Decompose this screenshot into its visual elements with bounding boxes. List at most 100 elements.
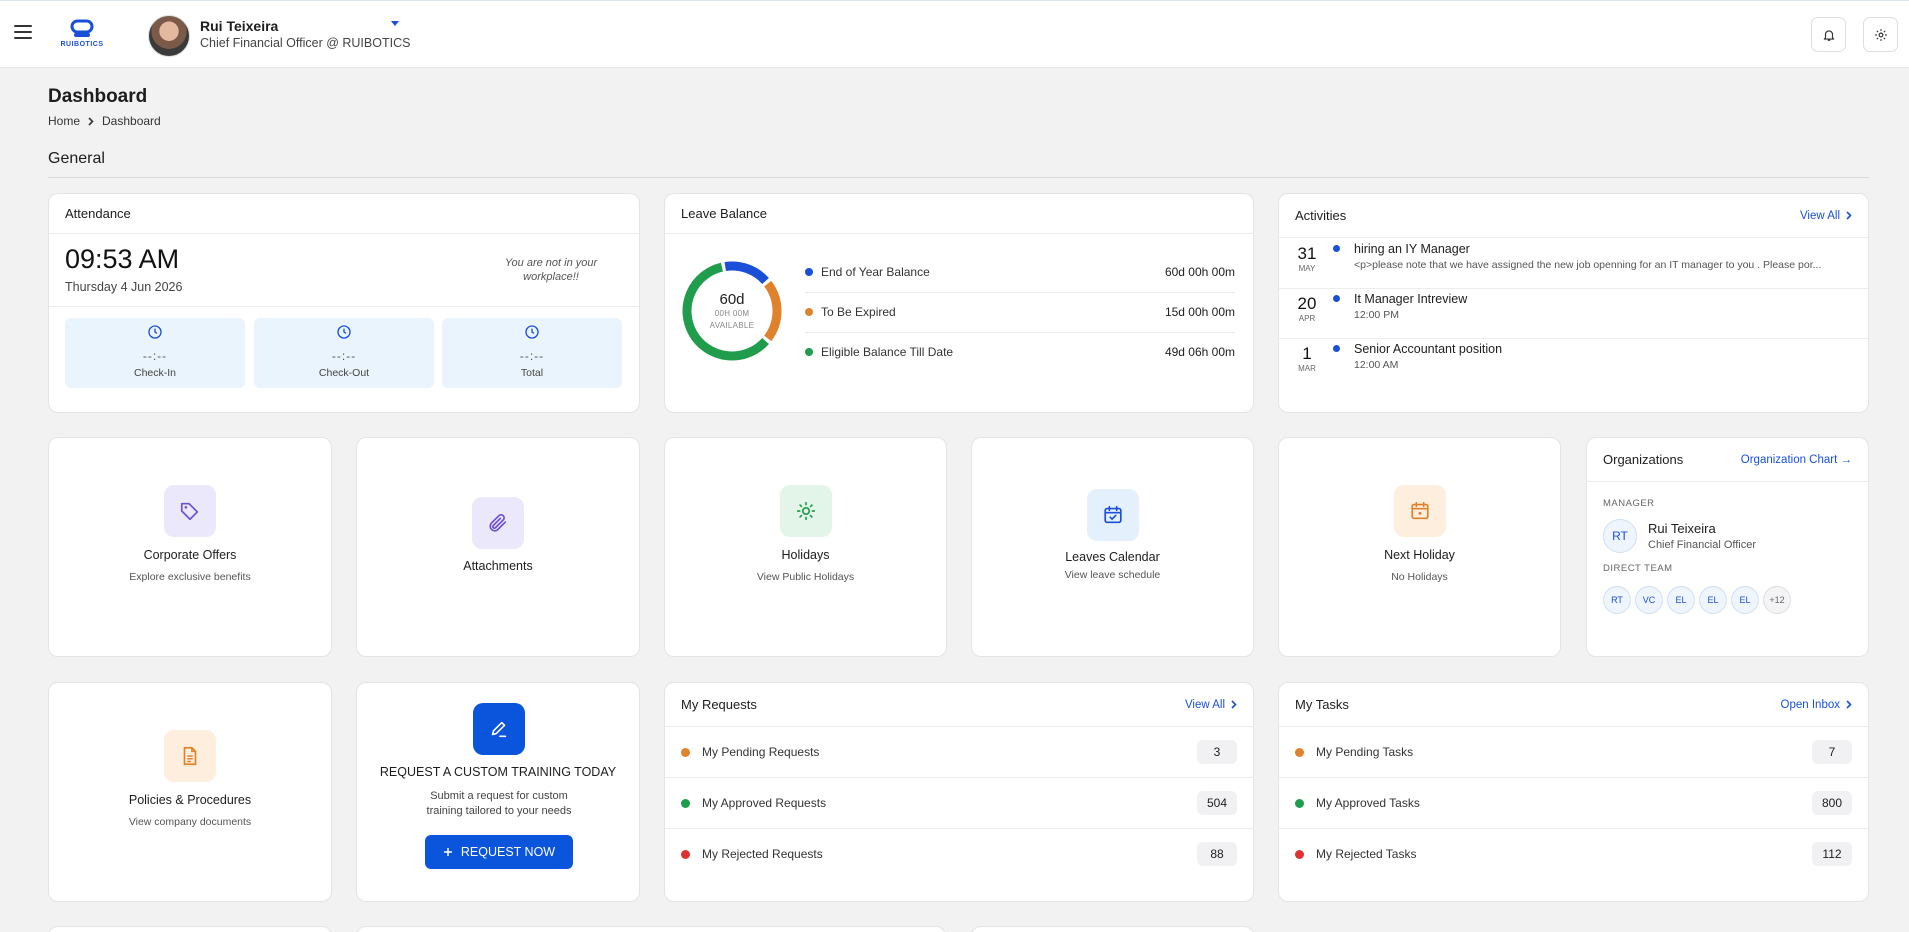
tile-subtitle: View company documents [128,816,252,828]
task-row-rejected[interactable]: My Rejected Tasks 112 [1279,829,1868,879]
leaves-calendar-tile[interactable]: Leaves Calendar View leave schedule [971,437,1254,657]
top-bar: RUIBOTICS Rui Teixeira Chief Financial O… [0,0,1909,68]
user-avatar[interactable] [148,15,190,57]
team-avatar[interactable]: EL [1699,586,1727,614]
tile-subtitle: No Holidays [1391,571,1448,583]
breadcrumb-home[interactable]: Home [48,114,80,128]
current-date: Thursday 4 Jun 2026 [65,280,183,294]
team-more-count[interactable]: +12 [1763,586,1791,614]
policies-tile[interactable]: Policies & Procedures View company docum… [48,682,332,902]
my-tasks-card: My Tasks Open Inbox My Pending Tasks 7 M… [1278,682,1869,902]
chevron-right-icon [1231,700,1237,709]
request-label: My Rejected Requests [702,847,823,861]
count-badge: 88 [1197,842,1237,866]
attachments-tile[interactable]: Attachments [356,437,640,657]
view-all-label: View All [1184,698,1225,711]
red-dot [1295,849,1304,859]
total-label: Total [520,367,544,379]
leave-row-value: 49d 06h 00m [1164,345,1235,359]
available-label: AVAILABLE [709,321,755,330]
pencil-icon-box [473,703,525,755]
next-row-card [48,926,332,932]
sun-icon [796,501,815,521]
leave-row-eligible: Eligible Balance Till Date 49d 06h 00m [805,332,1235,372]
calendar-icon-box [1086,489,1139,541]
requests-view-all-link[interactable]: View All [1185,699,1237,711]
activities-view-all-link[interactable]: View All [1800,210,1852,222]
team-avatar[interactable]: EL [1731,586,1759,614]
check-in-label: Check-In [133,367,176,379]
page-title: Dashboard [48,86,148,107]
activity-title: It Manager Intreview [1354,292,1468,306]
pencil-icon [491,721,507,738]
current-time: 09:53 AM [65,244,180,274]
manager-name[interactable]: Rui Teixeira [1648,521,1716,536]
activity-item[interactable]: 1 MAR Senior Accountant position 12:00 A… [1279,338,1868,388]
manager-role: Chief Financial Officer [1648,539,1757,551]
gear-icon [1874,28,1887,41]
tile-subtitle: Explore exclusive benefits [129,571,251,583]
request-row-approved[interactable]: My Approved Requests 504 [665,778,1253,828]
open-inbox-link[interactable]: Open Inbox [1781,699,1852,711]
holidays-tile[interactable]: Holidays View Public Holidays [664,437,947,657]
orange-dot [1295,747,1304,757]
activity-item[interactable]: 31 MAY hiring an IY Manager <p>please no… [1279,238,1868,288]
check-in-box[interactable]: --:-- Check-In [65,318,245,388]
request-row-pending[interactable]: My Pending Requests 3 [665,727,1253,777]
document-icon [183,746,197,766]
document-icon-box [164,730,216,782]
user-name[interactable]: Rui Teixeira [200,18,278,34]
green-dot [681,798,690,808]
attendance-card: Attendance 09:53 AM Thursday 4 Jun 2026 … [48,193,640,413]
notifications-button[interactable] [1811,17,1846,52]
leave-row-value: 15d 00h 00m [1164,305,1235,319]
request-now-button[interactable]: REQUEST NOW [425,835,573,869]
view-all-label: View All [1799,209,1840,222]
leave-balance-card: Leave Balance 60d 00H 00M AVAILABLE End … [664,193,1254,413]
total-box[interactable]: --:-- Total [442,318,622,388]
chevron-right-icon [88,116,94,126]
my-tasks-title: My Tasks [1295,697,1349,712]
logo-mark-icon [70,19,94,37]
chevron-down-icon[interactable] [391,21,399,26]
orange-dot [681,747,690,757]
activities-card: Activities View All 31 MAY hiring an IY … [1278,193,1869,413]
task-label: My Rejected Tasks [1316,847,1417,861]
donut-center: 60d 00H 00M AVAILABLE [679,258,785,364]
team-avatar[interactable]: RT [1603,586,1631,614]
manager-avatar[interactable]: RT [1603,519,1637,553]
company-logo[interactable]: RUIBOTICS [56,19,108,51]
leave-row-label: To Be Expired [821,305,896,319]
organization-chart-link[interactable]: Organization Chart → [1741,454,1852,466]
settings-button[interactable] [1863,17,1898,52]
direct-team-label: DIRECT TEAM [1603,563,1673,574]
activity-month: MAY [1298,264,1316,273]
next-row-card [356,926,946,932]
tile-title: Corporate Offers [143,548,237,562]
activity-item[interactable]: 20 APR It Manager Intreview 12:00 PM [1279,288,1868,338]
team-avatar[interactable]: VC [1635,586,1663,614]
attendance-title: Attendance [65,206,131,221]
activity-month: MAR [1298,364,1316,373]
menu-icon[interactable] [14,25,32,39]
tile-title: Policies & Procedures [128,793,252,807]
corporate-offers-tile[interactable]: Corporate Offers Explore exclusive benef… [48,437,332,657]
clock-icon [337,325,351,339]
leave-row-label: Eligible Balance Till Date [821,345,954,359]
tag-icon [180,502,199,521]
task-row-approved[interactable]: My Approved Tasks 800 [1279,778,1868,828]
paperclip-icon [489,513,507,532]
task-row-pending[interactable]: My Pending Tasks 7 [1279,727,1868,777]
plus-icon [443,848,452,856]
activities-header: Activities View All [1279,194,1868,238]
next-holiday-tile[interactable]: Next Holiday No Holidays [1278,437,1561,657]
request-row-rejected[interactable]: My Rejected Requests 88 [665,829,1253,879]
paperclip-icon-box [472,497,524,549]
team-avatar[interactable]: EL [1667,586,1695,614]
sun-icon-box [779,485,832,537]
request-now-label: REQUEST NOW [460,845,556,859]
check-out-box[interactable]: --:-- Check-Out [254,318,434,388]
clock-icon [148,325,162,339]
organizations-title: Organizations [1603,452,1684,467]
total-value: --:-- [519,349,545,363]
